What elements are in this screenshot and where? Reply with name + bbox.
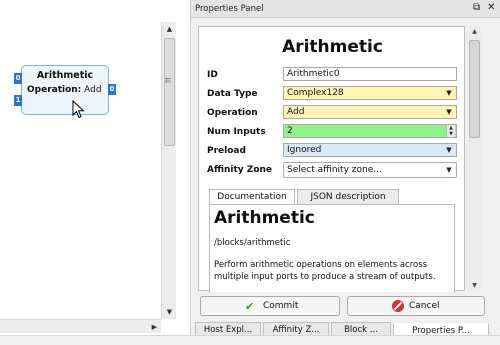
data-type-value: Complex128 bbox=[287, 88, 344, 98]
arithmetic-block[interactable]: Arithmetic Operation: Add bbox=[21, 65, 109, 115]
app-window: Arithmetic Operation: Add 0 1 0 ▲ ▼ ≡ ▶ … bbox=[0, 0, 500, 345]
preload-select[interactable]: Ignored ▼ bbox=[283, 143, 457, 157]
doc-description: Perform arithmetic operations on element… bbox=[214, 260, 436, 282]
restore-icon[interactable]: ⧉ bbox=[473, 2, 480, 13]
status-strip bbox=[0, 335, 500, 345]
block-operation-label: Operation: bbox=[27, 85, 82, 95]
splitter-grip-icon[interactable]: ≡ bbox=[164, 76, 172, 86]
affinity-zone-value: Select affinity zone... bbox=[287, 165, 382, 175]
documentation-pane: Arithmetic /blocks/arithmetic Perform ar… bbox=[209, 204, 455, 292]
num-inputs-label: Num Inputs bbox=[207, 127, 266, 137]
preload-value: Ignored bbox=[287, 145, 322, 155]
chevron-down-icon[interactable]: ▼ bbox=[443, 88, 455, 98]
affinity-zone-select[interactable]: Select affinity zone... ▼ bbox=[283, 162, 457, 178]
doc-title: Arithmetic bbox=[214, 208, 315, 228]
id-field[interactable]: Arithmetic0 bbox=[283, 67, 457, 81]
scroll-up-icon[interactable]: ▲ bbox=[162, 22, 177, 36]
scroll-down-icon[interactable]: ▼ bbox=[162, 305, 177, 319]
close-icon[interactable]: ✕ bbox=[487, 2, 495, 13]
operation-select[interactable]: Add ▼ bbox=[283, 105, 457, 119]
num-inputs-value: 2 bbox=[287, 126, 293, 136]
operation-label: Operation bbox=[207, 108, 258, 118]
num-inputs-spinbox[interactable]: 2 ▲ ▼ bbox=[283, 124, 457, 138]
affinity-zone-label: Affinity Zone bbox=[207, 165, 273, 175]
scroll-thumb[interactable] bbox=[469, 40, 480, 138]
id-label: ID bbox=[207, 70, 218, 80]
cancel-icon bbox=[392, 300, 404, 312]
scroll-down-icon[interactable]: ▼ bbox=[468, 282, 481, 289]
commit-label: Commit bbox=[263, 301, 299, 311]
spin-arrows-icon[interactable]: ▲ ▼ bbox=[446, 125, 455, 137]
block-operation: Operation: Add bbox=[27, 85, 102, 95]
mouse-cursor-icon bbox=[72, 100, 85, 119]
canvas-horizontal-scrollbar[interactable]: ▶ bbox=[0, 319, 161, 333]
flowgraph-canvas[interactable]: Arithmetic Operation: Add 0 1 0 ▲ ▼ ≡ ▶ bbox=[0, 0, 176, 335]
operation-value: Add bbox=[287, 107, 305, 117]
tab-documentation[interactable]: Documentation bbox=[209, 189, 295, 205]
block-title: Arithmetic bbox=[36, 70, 94, 81]
chevron-down-icon[interactable]: ▼ bbox=[443, 107, 455, 117]
tab-json-description[interactable]: JSON description bbox=[297, 189, 399, 205]
cancel-label: Cancel bbox=[409, 301, 440, 311]
panel-title: Properties Panel bbox=[195, 4, 264, 14]
input-port-0[interactable]: 0 bbox=[14, 73, 22, 84]
chevron-down-icon[interactable]: ▼ bbox=[443, 165, 455, 175]
scroll-thumb[interactable] bbox=[164, 38, 175, 146]
data-type-label: Data Type bbox=[207, 89, 258, 99]
input-port-1[interactable]: 1 bbox=[14, 95, 22, 106]
cancel-button[interactable]: Cancel bbox=[347, 296, 485, 316]
properties-panel: Properties Panel ⧉ ✕ Arithmetic ID Arith… bbox=[190, 0, 500, 339]
panel-header: Properties Panel ⧉ ✕ bbox=[191, 0, 500, 18]
chevron-down-icon[interactable]: ▼ bbox=[443, 145, 455, 155]
block-operation-value: Add bbox=[84, 85, 102, 95]
commit-button[interactable]: ✔ Commit bbox=[200, 296, 340, 316]
data-type-select[interactable]: Complex128 ▼ bbox=[283, 86, 457, 100]
panel-vertical-scrollbar[interactable]: ▲ ▼ bbox=[468, 26, 481, 291]
doc-tabs: Documentation JSON description bbox=[209, 189, 455, 205]
properties-content: Arithmetic ID Arithmetic0 Data Type Comp… bbox=[198, 26, 465, 292]
output-port-0[interactable]: 0 bbox=[108, 84, 116, 95]
block-name-heading: Arithmetic bbox=[282, 37, 383, 57]
preload-label: Preload bbox=[207, 146, 246, 156]
doc-path: /blocks/arithmetic bbox=[214, 238, 291, 248]
checkmark-icon: ✔ bbox=[245, 300, 255, 313]
canvas-vertical-scrollbar[interactable]: ▲ ▼ bbox=[161, 22, 176, 319]
scroll-up-icon[interactable]: ▲ bbox=[468, 28, 481, 35]
scroll-right-icon[interactable]: ▶ bbox=[152, 320, 157, 334]
